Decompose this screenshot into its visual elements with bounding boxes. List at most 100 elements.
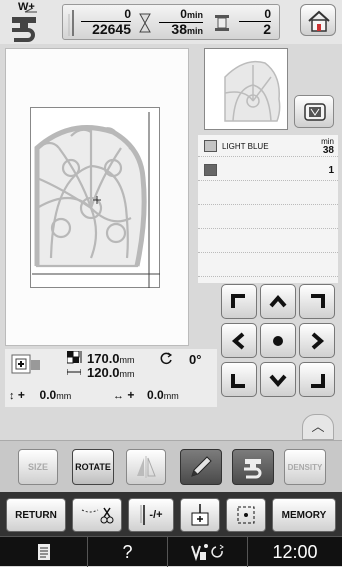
color-current: 0 [239,8,271,22]
offset-x-value: 0.0 [147,388,164,402]
trial-button[interactable] [226,498,266,532]
move-up-right-button[interactable] [299,284,335,319]
density-button[interactable]: DENSITY [284,449,326,485]
start-point-icon [191,504,209,526]
move-center-button[interactable] [260,323,296,358]
view-button[interactable] [294,95,334,128]
stitch-progress-bar: 0 22645 0min 38min 0 2 [62,4,280,40]
arrow-up-right-icon [311,293,325,308]
frame-size-icon [11,353,41,377]
arrow-right-icon [311,331,325,350]
vertical-offset-icon: ↕ [9,390,15,402]
home-icon [308,10,330,32]
size-unit-2: mm [119,369,135,379]
pencil-icon [191,456,212,477]
edit-toolbar: SIZE ROTATE DENSITY [0,440,342,492]
width-arrow-icon [67,369,81,375]
mirror-button[interactable] [126,449,166,485]
width-value: 120.0 [87,365,120,380]
chevron-up-icon: ︿ [311,419,325,434]
horizontal-offset-icon: ↔ [113,390,124,402]
time-unit-bottom: min [186,26,203,36]
clock: 12:00 [272,541,318,562]
thread-time-value: 1 [328,165,334,176]
move-right-button[interactable] [299,323,335,358]
presser-foot-icon[interactable]: W+ [8,1,52,42]
wireless-button[interactable] [168,537,248,567]
offset-y-value: 0.0 [39,388,57,402]
spool-icon [215,15,229,31]
lace-design [32,112,160,288]
help-button[interactable]: ? [88,537,168,567]
thread-row-empty [198,183,338,205]
document-button[interactable] [0,537,88,567]
expand-toolbar-button[interactable]: ︿ [302,414,334,440]
thread-row-empty [198,255,338,277]
height-value: 170.0 [87,351,120,366]
embroidery-frame [30,107,160,288]
frame-view-icon [304,103,326,121]
stitch-current: 0 [81,8,131,22]
document-icon [37,544,50,560]
start-point-button[interactable] [180,498,220,532]
thread-row[interactable]: 1 [198,159,338,181]
edit-color-button[interactable] [180,449,222,485]
move-down-button[interactable] [260,362,296,397]
help-label: ? [122,541,133,562]
time-total: 38 [171,21,187,37]
return-label: RETURN [15,509,57,521]
arrow-left-icon [231,331,245,350]
needle-step-icon [140,505,146,525]
move-left-button[interactable] [221,323,257,358]
arrow-down-icon [269,374,287,387]
mirror-icon [137,456,156,478]
thread-cut-button[interactable] [72,498,122,532]
size-icon [67,351,82,364]
thread-row-empty [198,231,338,253]
arrow-down-left-icon [231,373,245,388]
thread-name: LIGHT BLUE [222,142,269,151]
stitch-total: 22645 [92,21,131,37]
move-up-button[interactable] [260,284,296,319]
size-unit: mm [119,355,135,365]
arrow-up-left-icon [231,293,245,308]
rotate-label: ROTATE [75,462,111,472]
move-down-right-button[interactable] [299,362,335,397]
thread-color-list: LIGHT BLUE min 38 1 [198,135,338,283]
arrow-down-right-icon [311,373,325,388]
bottom-action-bar: RETURN -/+ MEMORY [0,492,342,536]
needle-icon [68,10,74,36]
header-bar: W+ 0 22645 0min 38min 0 2 [0,0,342,44]
thread-swatch [204,140,217,152]
needle-step-button[interactable]: -/+ [128,498,174,532]
time-unit: min [186,10,203,20]
wireless-status-icon [190,544,224,562]
size-label: SIZE [27,462,48,472]
presser-foot-tool-icon [244,459,262,479]
design-info-panel: 170.0mm 120.0mm 0° ↕ + 0.0mm ↔ + 0.0mm [5,349,217,407]
trial-frame-icon [237,506,255,524]
home-button[interactable] [300,4,336,36]
thread-row[interactable]: LIGHT BLUE min 38 [198,135,338,157]
arrow-up-icon [269,294,287,307]
rotate-icon [160,352,173,365]
offset-y-prefix: + [17,388,25,402]
rotate-button[interactable]: ROTATE [72,449,114,485]
border-button[interactable] [232,449,274,485]
move-pad [217,281,339,399]
thread-time-value: 38 [322,145,334,156]
scissors-icon [81,507,114,524]
offset-y-unit: mm [56,391,72,401]
return-button[interactable]: RETURN [6,498,66,532]
memory-button[interactable]: MEMORY [272,498,336,532]
move-down-left-button[interactable] [221,362,257,397]
center-dot-icon [273,335,283,346]
hourglass-icon [139,13,151,33]
density-label: DENSITY [287,462,323,472]
design-preview [204,48,288,130]
needle-step-label: -/+ [149,509,163,521]
offset-x-unit: mm [163,391,179,401]
size-button[interactable]: SIZE [18,449,58,485]
status-bar: ? 12:00 [0,536,342,567]
move-up-left-button[interactable] [221,284,257,319]
